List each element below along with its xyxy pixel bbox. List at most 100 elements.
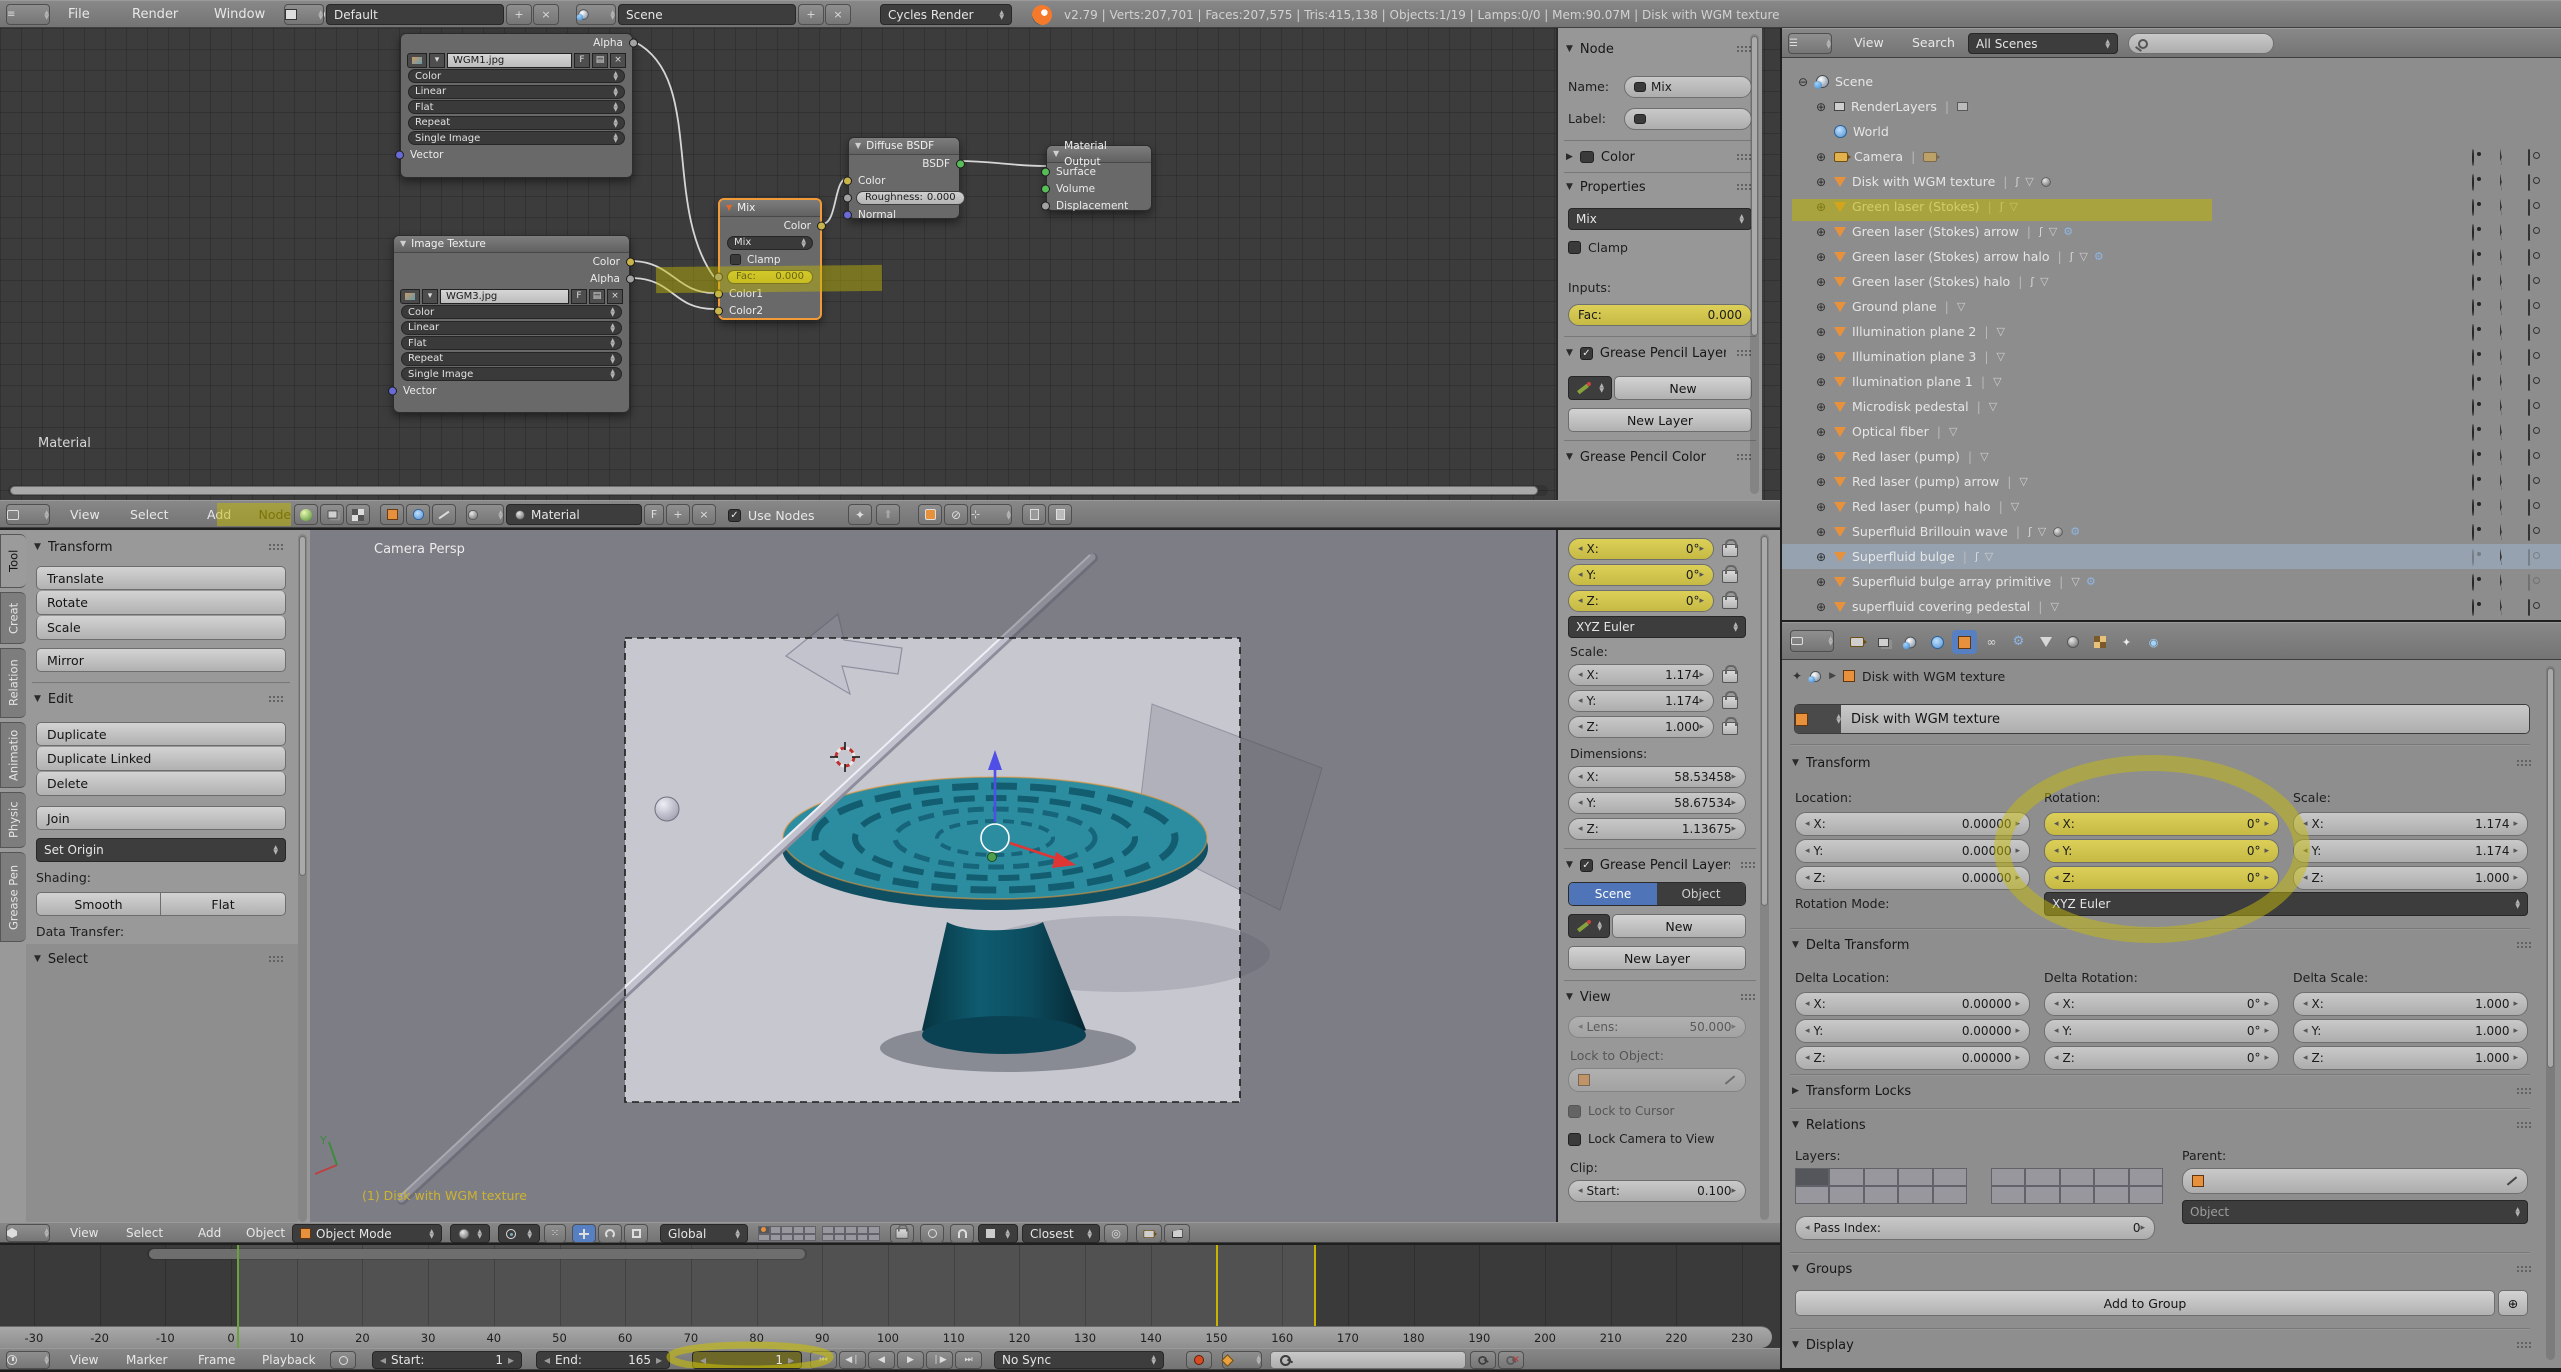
outliner-item-label[interactable]: Ilumination plane 1 — [1852, 374, 1973, 389]
selectability-cursor-icon[interactable] — [2500, 224, 2516, 237]
field-deltascale-z[interactable]: ◂Z:1.000▸ — [2293, 1046, 2528, 1070]
menu-search[interactable]: Search — [1902, 29, 1965, 56]
tab-render-layers[interactable] — [1871, 630, 1896, 654]
layers-grid-1[interactable] — [1795, 1168, 1967, 1204]
clip-start-field[interactable]: ◂Start:0.100▸ — [1568, 1180, 1746, 1202]
field-location-x[interactable]: ◂X:0.00000▸ — [1795, 812, 2030, 836]
layer-cell[interactable] — [822, 1226, 834, 1234]
selectability-cursor-icon[interactable] — [2500, 149, 2516, 162]
editor-type-selector-info[interactable]: ≡▲▼ — [6, 4, 50, 25]
current-frame-line[interactable] — [237, 1245, 239, 1348]
outliner-item-label[interactable]: Red laser (pump) halo — [1852, 499, 1991, 514]
node-editor-canvas[interactable]: Alpha▾WGM1.jpgF▤×Color▲▼Linear▲▼Flat▲▼Re… — [0, 28, 1780, 500]
volume-socket[interactable] — [1041, 184, 1050, 193]
node-dropdown-color[interactable]: Color▲▼ — [401, 305, 622, 319]
menu-render[interactable]: Render — [122, 1, 188, 28]
expand-icon[interactable]: ⊕ — [1814, 400, 1828, 414]
open-image-button[interactable]: ▤ — [592, 53, 608, 68]
gp-new-button[interactable]: New — [1612, 914, 1746, 938]
material-name-field[interactable]: Material — [506, 504, 642, 525]
expand-icon[interactable]: ⊕ — [1814, 200, 1828, 214]
timeline-ruler[interactable]: -30-20-100102030405060708090100110120130… — [0, 1326, 1772, 1348]
layer-cell[interactable] — [2094, 1186, 2128, 1204]
image-datablock-field[interactable]: ▾WGM1.jpgF▤× — [407, 53, 626, 68]
collapse-icon[interactable]: ▶ — [1792, 1086, 1799, 1096]
material-add-button[interactable]: + — [666, 504, 690, 525]
outliner-item-label[interactable]: Disk with WGM texture — [1852, 174, 1995, 189]
expand-icon[interactable]: ⊕ — [1814, 500, 1828, 514]
menu-add[interactable]: Add — [197, 501, 241, 528]
collapse-icon[interactable]: ▼ — [726, 200, 732, 216]
snap-mode-dropdown[interactable]: Closest▲▼ — [1022, 1224, 1100, 1243]
copy-nodes-icon[interactable] — [1022, 504, 1046, 525]
color1-socket[interactable] — [714, 289, 723, 298]
tab-render[interactable] — [1844, 630, 1869, 654]
visibility-eye-icon[interactable] — [2472, 600, 2488, 612]
slot-object-icon[interactable] — [380, 504, 404, 525]
collapse-icon[interactable]: ▼ — [1792, 940, 1799, 950]
gp-new-button[interactable]: New — [1614, 376, 1752, 400]
outliner-item-label[interactable]: Green laser (Stokes) arrow halo — [1852, 249, 2049, 264]
tab-modifiers[interactable]: ⚙ — [2006, 630, 2031, 654]
timeline-track[interactable] — [0, 1245, 1780, 1326]
editor-type-selector-properties[interactable]: ▲▼ — [1790, 630, 1834, 652]
renderability-camera-icon[interactable] — [2528, 300, 2544, 312]
color-socket[interactable] — [817, 221, 826, 230]
renderability-camera-icon[interactable] — [2528, 400, 2544, 412]
menu-view[interactable]: View — [1844, 29, 1894, 56]
tab-particles[interactable]: ✦ — [2114, 630, 2139, 654]
outliner-item-label[interactable]: Green laser (Stokes) arrow — [1852, 224, 2019, 239]
panel-header-select[interactable]: ▼Select — [34, 950, 284, 968]
field-deltalocation-z[interactable]: ◂Z:0.00000▸ — [1795, 1046, 2030, 1070]
viewport-sidebar-scrollbar[interactable] — [1760, 534, 1769, 1220]
renderability-camera-icon[interactable] — [2528, 550, 2544, 562]
alpha-socket[interactable] — [629, 38, 638, 47]
node-image-texture-1[interactable]: Alpha▾WGM1.jpgF▤×Color▲▼Linear▲▼Flat▲▼Re… — [400, 33, 633, 178]
selectability-cursor-icon[interactable] — [2500, 299, 2516, 312]
collapse-icon[interactable]: ▼ — [34, 542, 41, 552]
rotation-mode-dropdown[interactable]: XYZ Euler▲▼ — [1568, 616, 1746, 638]
scale-y-field[interactable]: ◂Y:1.174▸ — [1568, 690, 1714, 712]
duplicate-button[interactable]: Duplicate — [36, 722, 286, 746]
layout-add-button[interactable]: + — [506, 4, 532, 25]
field-deltascale-x[interactable]: ◂X:1.000▸ — [2293, 992, 2528, 1016]
renderability-camera-icon[interactable] — [2528, 475, 2544, 487]
lock-icon[interactable] — [1720, 538, 1742, 558]
paste-nodes-icon[interactable] — [1048, 504, 1072, 525]
surface-socket[interactable] — [1041, 167, 1050, 176]
collapse-icon[interactable]: ▼ — [400, 236, 406, 252]
layer-cell[interactable] — [1829, 1168, 1863, 1186]
menu-file[interactable]: File — [58, 1, 100, 28]
layer-cell[interactable] — [770, 1226, 782, 1234]
visibility-eye-icon[interactable] — [2472, 450, 2488, 462]
editor-type-selector-outliner[interactable]: ☰▲▼ — [1788, 33, 1832, 54]
scene-delete-button[interactable]: × — [825, 4, 851, 25]
field-location-y[interactable]: ◂Y:0.00000▸ — [1795, 839, 2030, 863]
outliner-item-label[interactable]: Red laser (pump) arrow — [1852, 474, 1999, 489]
insert-keyframe-button[interactable] — [1470, 1351, 1496, 1369]
manipulate-origins-icon[interactable]: ⁙ — [544, 1224, 566, 1243]
gp-layer-selector[interactable]: ▲▼ — [1568, 376, 1612, 400]
orientation-dropdown[interactable]: Global▲▼ — [660, 1224, 748, 1243]
outliner-row[interactable]: ⊕Microdisk pedestal|▽ — [1782, 394, 2561, 419]
outliner-item-label[interactable]: Microdisk pedestal — [1852, 399, 1969, 414]
layer-cell[interactable] — [2060, 1186, 2094, 1204]
material-unlink-button[interactable]: × — [692, 504, 716, 525]
outliner-row[interactable]: ⊕Red laser (pump)|▽ — [1782, 444, 2561, 469]
layer-cell[interactable] — [758, 1226, 770, 1234]
fiber-end-sphere[interactable] — [655, 797, 679, 821]
outliner-row[interactable]: ⊕Superfluid bulge|ʃ▽ — [1782, 544, 2561, 569]
field-deltarotation-x[interactable]: ◂X:0°▸ — [2044, 992, 2279, 1016]
scale-z-field[interactable]: ◂Z:1.000▸ — [1568, 716, 1714, 738]
rotation-z-field[interactable]: ◂Z:0°▸ — [1568, 590, 1714, 612]
collapse-icon[interactable]: ▼ — [1792, 1340, 1799, 1350]
menu-add[interactable]: Add — [188, 1223, 231, 1244]
toolshelf-tab-animatio[interactable]: Animatio — [0, 722, 26, 788]
node-dropdown-flat[interactable]: Flat▲▼ — [401, 336, 622, 350]
outliner-row[interactable]: ⊕Green laser (Stokes) halo|ʃ▽ — [1782, 269, 2561, 294]
active-keying-set-field[interactable] — [1270, 1351, 1466, 1369]
shader-type-material-icon[interactable] — [294, 504, 318, 525]
layer-cell[interactable] — [1933, 1186, 1967, 1204]
expand-icon[interactable]: ⊖ — [1796, 75, 1810, 89]
viewport-3d-canvas[interactable] — [310, 530, 1556, 1224]
